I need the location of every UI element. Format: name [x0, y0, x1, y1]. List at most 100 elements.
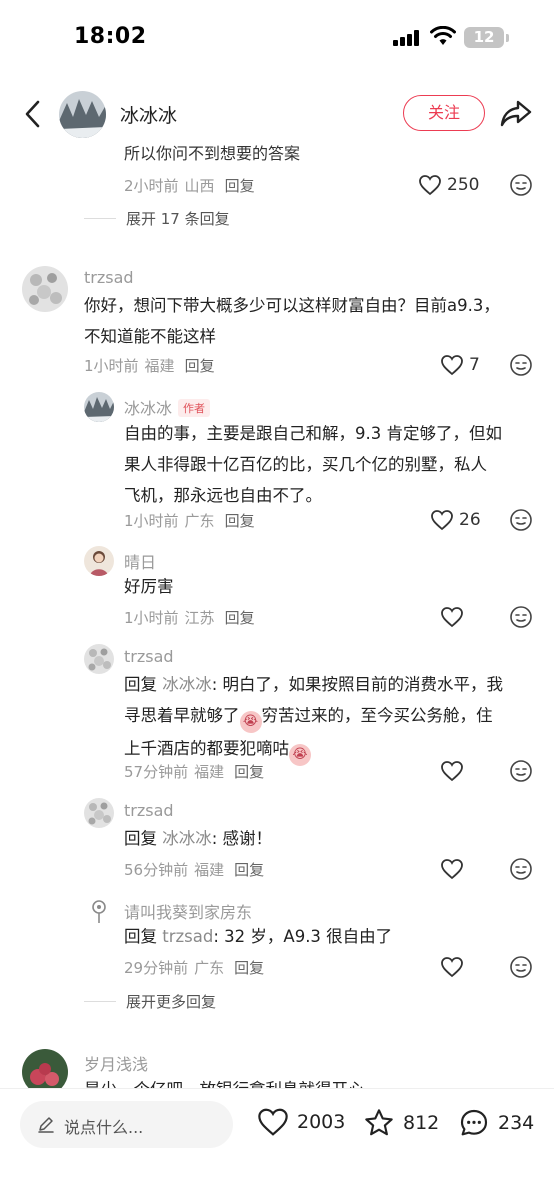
reply-username-text[interactable]: 冰冰冰: [124, 399, 172, 418]
emoji-icon[interactable]: [509, 353, 533, 377]
like-button[interactable]: [440, 605, 464, 629]
reply-time: 1小时前: [124, 512, 179, 530]
reply-time: 57分钟前: [124, 763, 189, 781]
reply-text-line: 果人非得跟十亿百亿的比，买几个亿的别墅，私人: [124, 455, 487, 474]
reply-text-rest: : 感谢！: [211, 829, 273, 848]
heart-icon: [441, 761, 463, 782]
heart-icon: [441, 957, 463, 978]
reply-button[interactable]: 回复: [234, 959, 264, 977]
comments-list[interactable]: 所以你问不到想要的答案 2小时前 山西 回复 250 展开 17 条回复 trzsa…: [0, 144, 554, 1088]
avatar[interactable]: [84, 546, 114, 576]
reply-username[interactable]: 冰冰冰 作者: [124, 395, 211, 419]
reply-button[interactable]: 回复: [225, 609, 255, 627]
heart-icon: [419, 175, 441, 196]
clipped-comment-text: 所以你问不到想要的答案: [124, 144, 301, 163]
wifi-icon: [430, 26, 456, 45]
comment-username[interactable]: trzsad: [84, 268, 134, 287]
like-count: 7: [469, 355, 480, 375]
emoji-icon[interactable]: [509, 173, 533, 197]
like-count: 26: [459, 510, 481, 530]
like-button[interactable]: [440, 857, 464, 881]
avatar[interactable]: [22, 266, 68, 312]
comment-location: 福建: [144, 357, 175, 375]
star-icon: [365, 1109, 393, 1136]
author-avatar[interactable]: [59, 91, 106, 138]
reply-button[interactable]: 回复: [234, 763, 264, 781]
reply-text-line: 回复 冰冰冰: 明白了，如果按照目前的消费水平，我: [124, 669, 503, 700]
expand-label: 展开 17 条回复: [126, 210, 230, 228]
emoji-icon[interactable]: [509, 857, 533, 881]
reply-text-line: 寻思着早就够了 😭 穷苦过来的，至今买公务舱，住: [124, 700, 503, 733]
mention-link[interactable]: trzsad: [162, 927, 213, 946]
comment-input[interactable]: 说点什么...: [20, 1101, 233, 1148]
status-time: 18:02: [74, 24, 147, 49]
avatar[interactable]: [84, 798, 114, 828]
reply-text-line: 好厉害: [124, 577, 174, 596]
author-badge: 作者: [178, 399, 211, 417]
reply-prefix: 回复: [124, 829, 163, 848]
comment-username[interactable]: 岁月浅浅: [84, 1051, 148, 1075]
avatar[interactable]: [84, 896, 114, 926]
reply-text-part: 上千酒店的都要犯嘀咕: [124, 739, 289, 758]
reply-meta: 56分钟前 福建 回复: [124, 859, 264, 880]
reply-button[interactable]: 回复: [234, 861, 264, 879]
reply-time: 56分钟前: [124, 861, 189, 879]
post-favorite-button[interactable]: 812: [362, 1107, 439, 1139]
comment-time: 2小时前: [124, 177, 179, 195]
reply-time: 1小时前: [124, 609, 179, 627]
comment-text: 你好，想问下带大概多少可以这样财富自由？目前a9.3， 不知道能不能这样: [84, 290, 500, 352]
reply-button[interactable]: 回复: [225, 512, 255, 530]
reply-text-part: 寻思着早就够了: [124, 706, 240, 725]
reply-username[interactable]: trzsad: [124, 801, 174, 820]
like-button[interactable]: [440, 759, 464, 783]
comment-text-line: 你好，想问下带大概多少可以这样财富自由？目前a9.3，: [84, 296, 500, 315]
reply-text-line: 飞机，那永远也自由不了。: [124, 486, 322, 505]
post-comment-button[interactable]: 234: [457, 1107, 534, 1139]
reply-text: 自由的事，主要是跟自己和解，9.3 肯定够了，但如 果人非得跟十亿百亿的比，买几…: [124, 418, 502, 511]
emoji-icon[interactable]: [509, 759, 533, 783]
follow-button[interactable]: 关注: [403, 95, 485, 131]
like-count: 250: [447, 175, 480, 195]
comment-meta: 2小时前 山西 回复: [124, 175, 255, 196]
reply-meta: 57分钟前 福建 回复: [124, 761, 264, 782]
reply-prefix: 回复: [124, 675, 163, 694]
reply-location: 福建: [194, 763, 225, 781]
emoji-icon[interactable]: [509, 508, 533, 532]
reply-username[interactable]: 请叫我葵到家房东: [124, 899, 252, 923]
heart-icon: [258, 1108, 288, 1136]
reply-time: 29分钟前: [124, 959, 189, 977]
emoji-icon[interactable]: [509, 605, 533, 629]
reply-text: 好厉害: [124, 571, 174, 602]
mention-link[interactable]: 冰冰冰: [162, 829, 212, 848]
expand-replies-17[interactable]: 展开 17 条回复: [84, 208, 230, 229]
like-button[interactable]: [440, 955, 464, 979]
like-button[interactable]: 250: [418, 173, 479, 197]
reply-button[interactable]: 回复: [225, 177, 255, 195]
back-icon[interactable]: [18, 96, 48, 132]
reply-text-line: 自由的事，主要是跟自己和解，9.3 肯定够了，但如: [124, 424, 502, 443]
post-like-button[interactable]: 2003: [256, 1107, 345, 1137]
expand-more-replies[interactable]: 展开更多回复: [84, 991, 216, 1012]
reply-username[interactable]: 晴日: [124, 549, 156, 573]
mention-link[interactable]: 冰冰冰: [162, 675, 212, 694]
emoji-icon[interactable]: [509, 955, 533, 979]
expand-label: 展开更多回复: [126, 993, 217, 1011]
reply-username[interactable]: trzsad: [124, 647, 174, 666]
avatar[interactable]: [22, 1049, 68, 1088]
share-icon[interactable]: [498, 96, 534, 130]
reply-text-rest: : 明白了，如果按照目前的消费水平，我: [211, 675, 504, 694]
author-name[interactable]: 冰冰冰: [120, 101, 177, 128]
reply-prefix: 回复: [124, 927, 163, 946]
post-favorite-count: 812: [403, 1112, 440, 1134]
like-button[interactable]: 26: [430, 508, 481, 532]
comment-meta: 1小时前 福建 回复: [84, 355, 215, 376]
reply-button[interactable]: 回复: [185, 357, 215, 375]
avatar[interactable]: [84, 644, 114, 674]
avatar[interactable]: [84, 392, 114, 422]
comment-text: 是少一个亿吧，放银行拿利息就得开心: [84, 1074, 365, 1088]
like-button[interactable]: 7: [440, 353, 480, 377]
bottom-action-bar: 说点什么... 2003 812 234: [0, 1088, 554, 1200]
reply-location: 福建: [194, 861, 225, 879]
reply-meta: 1小时前 江苏 回复: [124, 607, 255, 628]
reply-text: 回复 冰冰冰: 感谢！: [124, 823, 272, 854]
